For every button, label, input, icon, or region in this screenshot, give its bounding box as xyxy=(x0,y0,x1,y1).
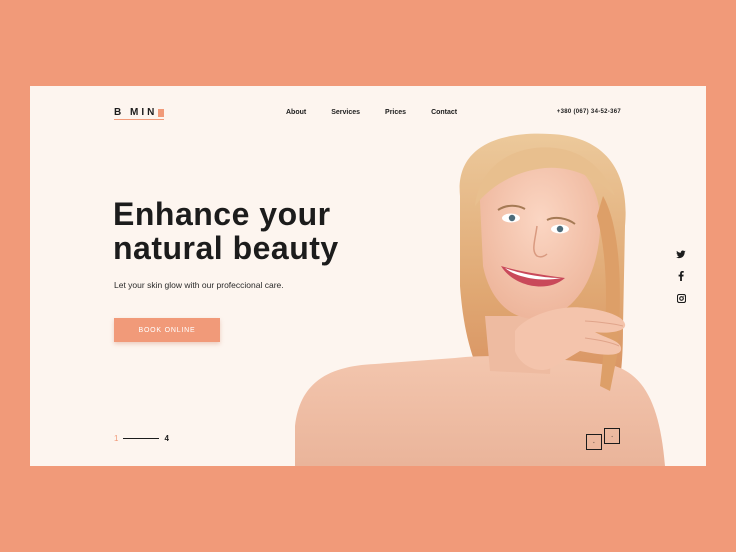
next-slide-button[interactable] xyxy=(604,428,620,444)
logo-underline xyxy=(114,119,164,120)
slide-pager: 1 4 xyxy=(114,434,169,443)
facebook-icon[interactable] xyxy=(675,270,687,282)
phone-number[interactable]: +380 (067) 34-52-367 xyxy=(557,109,621,115)
hero-portrait-image xyxy=(295,133,665,466)
pager-current: 1 xyxy=(114,434,119,443)
logo-square-icon xyxy=(158,108,165,117)
pager-progress-line xyxy=(123,438,160,439)
twitter-icon[interactable] xyxy=(675,248,687,260)
nav-prices[interactable]: Prices xyxy=(385,109,406,116)
logo-text: B MIN xyxy=(114,107,158,118)
arrow-right-icon xyxy=(611,435,613,437)
brand-logo[interactable]: B MIN xyxy=(114,107,165,118)
nav-contact[interactable]: Contact xyxy=(431,109,457,116)
arrow-left-icon xyxy=(593,441,595,443)
book-online-button[interactable]: BOOK ONLINE xyxy=(114,318,220,342)
nav-services[interactable]: Services xyxy=(331,109,360,116)
hero-subtext: Let your skin glow with our profeccional… xyxy=(114,280,284,290)
pager-total: 4 xyxy=(164,434,169,443)
nav-about[interactable]: About xyxy=(286,109,306,116)
hero-card: B MIN About Services Prices Contact +380… xyxy=(30,86,706,466)
instagram-icon[interactable] xyxy=(675,292,687,304)
main-nav: About Services Prices Contact xyxy=(286,109,482,116)
prev-slide-button[interactable] xyxy=(586,434,602,450)
